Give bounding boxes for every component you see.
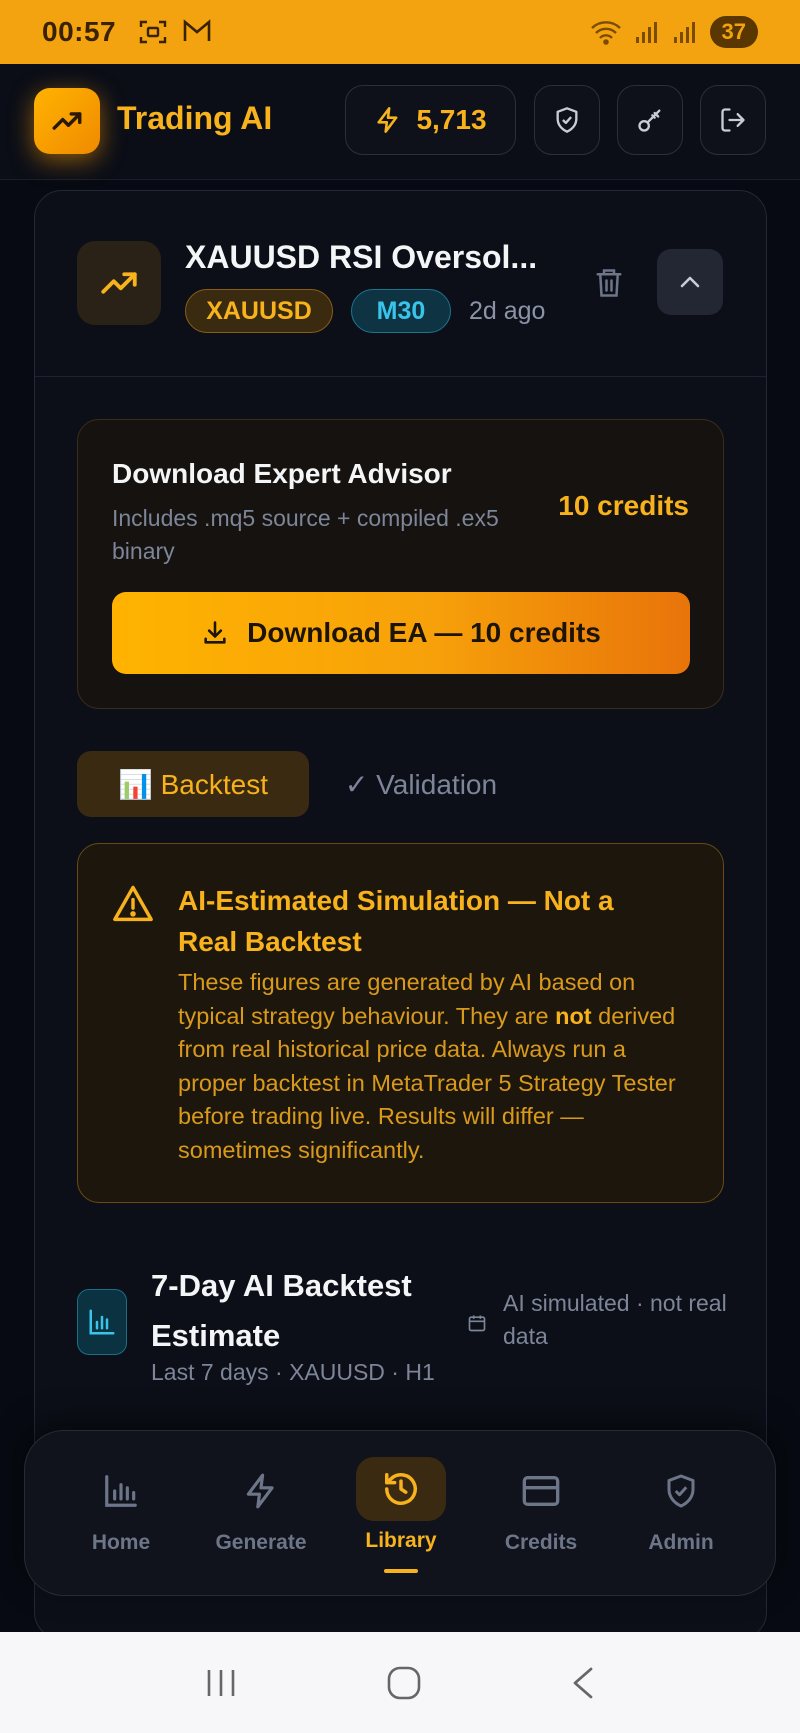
- home-icon[interactable]: [385, 1664, 423, 1702]
- status-time: 00:57: [42, 16, 117, 47]
- credits-value: 5,713: [416, 104, 487, 135]
- shield-button[interactable]: [534, 85, 600, 155]
- key-icon: [636, 106, 664, 134]
- nav-label: Generate: [215, 1531, 307, 1554]
- app-title: Trading AI: [117, 100, 273, 136]
- shield-check-icon: [663, 1461, 699, 1521]
- calendar-icon: [467, 1313, 487, 1333]
- trending-up-icon: [98, 262, 140, 304]
- battery-indicator: 37: [709, 16, 758, 48]
- bar-chart-icon: [102, 1461, 140, 1521]
- download-title: Download Expert Advisor: [112, 458, 452, 489]
- credits-balance[interactable]: 5,713: [345, 85, 516, 155]
- signal-icon-2: [672, 19, 698, 45]
- nav-home[interactable]: Home: [61, 1461, 181, 1571]
- warning-body-emphasis: not: [555, 1002, 592, 1029]
- download-cost: 10 credits: [558, 490, 689, 521]
- warning-title: AI-Estimated Simulation — Not a Real Bac…: [178, 885, 614, 957]
- nav-admin[interactable]: Admin: [621, 1461, 741, 1571]
- warning-body: These figures are generated by AI based …: [178, 966, 698, 1167]
- backtest-icon-box: [77, 1289, 127, 1355]
- credit-card-icon: [521, 1461, 561, 1521]
- trending-up-icon: [50, 104, 84, 138]
- status-bar: 00:57 37: [0, 0, 800, 64]
- divider: [35, 376, 766, 377]
- history-icon: [356, 1457, 446, 1521]
- nav-label: Library: [365, 1529, 437, 1552]
- gmail-icon: [182, 18, 212, 46]
- wifi-icon: [590, 19, 622, 45]
- collapse-button[interactable]: [657, 249, 723, 315]
- lightning-icon: [374, 105, 402, 135]
- logout-icon: [719, 106, 747, 134]
- backtest-title: 7-Day AI Backtest Estimate: [151, 1268, 412, 1353]
- shield-check-icon: [553, 105, 581, 135]
- active-indicator: [384, 1569, 418, 1573]
- simulation-warning: AI-Estimated Simulation — Not a Real Bac…: [77, 843, 724, 1203]
- nav-label: Credits: [504, 1531, 578, 1554]
- nav-credits[interactable]: Credits: [481, 1461, 601, 1571]
- nav-label: Admin: [648, 1531, 714, 1554]
- chevron-up-icon: [678, 274, 702, 290]
- tab-validation[interactable]: ✓ Validation: [325, 751, 517, 817]
- recent-apps-icon[interactable]: [203, 1666, 239, 1700]
- strategy-icon-box: [77, 241, 161, 325]
- timeframe-badge: M30: [351, 289, 451, 333]
- download-ea-panel: Download Expert Advisor Includes .mq5 so…: [77, 419, 724, 709]
- backtest-subtitle: Last 7 days · XAUUSD · H1: [151, 1359, 435, 1385]
- trash-icon: [594, 266, 624, 300]
- download-ea-button[interactable]: Download EA — 10 credits: [112, 592, 690, 674]
- download-button-label: Download EA — 10 credits: [247, 617, 601, 648]
- backtest-note: AI simulated · not real data: [503, 1290, 727, 1349]
- back-icon[interactable]: [569, 1665, 597, 1701]
- system-navigation-bar: [0, 1632, 800, 1733]
- bar-chart-icon: [87, 1307, 117, 1337]
- download-icon: [201, 619, 229, 647]
- strategy-card: XAUUSD RSI Oversol... XAUUSD M30 2d ago …: [34, 190, 767, 1640]
- nav-generate[interactable]: Generate: [201, 1461, 321, 1571]
- warning-icon: [112, 884, 154, 922]
- strategy-age: 2d ago: [469, 297, 546, 325]
- app-header: Trading AI 5,713: [0, 64, 800, 180]
- signal-icon: [634, 19, 660, 45]
- download-subtitle: Includes .mq5 source + compiled .ex5 bin…: [112, 505, 499, 564]
- screenshot-icon: [138, 18, 168, 46]
- strategy-title: XAUUSD RSI Oversol...: [185, 239, 538, 275]
- nav-label: Home: [91, 1531, 151, 1554]
- symbol-badge: XAUUSD: [185, 289, 333, 333]
- nav-library[interactable]: Library: [341, 1457, 461, 1573]
- bottom-navigation: Home Generate Library Credits Admin: [24, 1430, 776, 1596]
- logout-button[interactable]: [700, 85, 766, 155]
- lightning-icon: [242, 1461, 280, 1521]
- delete-button[interactable]: [590, 263, 628, 303]
- app-logo[interactable]: [34, 88, 100, 154]
- tab-backtest[interactable]: 📊 Backtest: [77, 751, 309, 817]
- api-key-button[interactable]: [617, 85, 683, 155]
